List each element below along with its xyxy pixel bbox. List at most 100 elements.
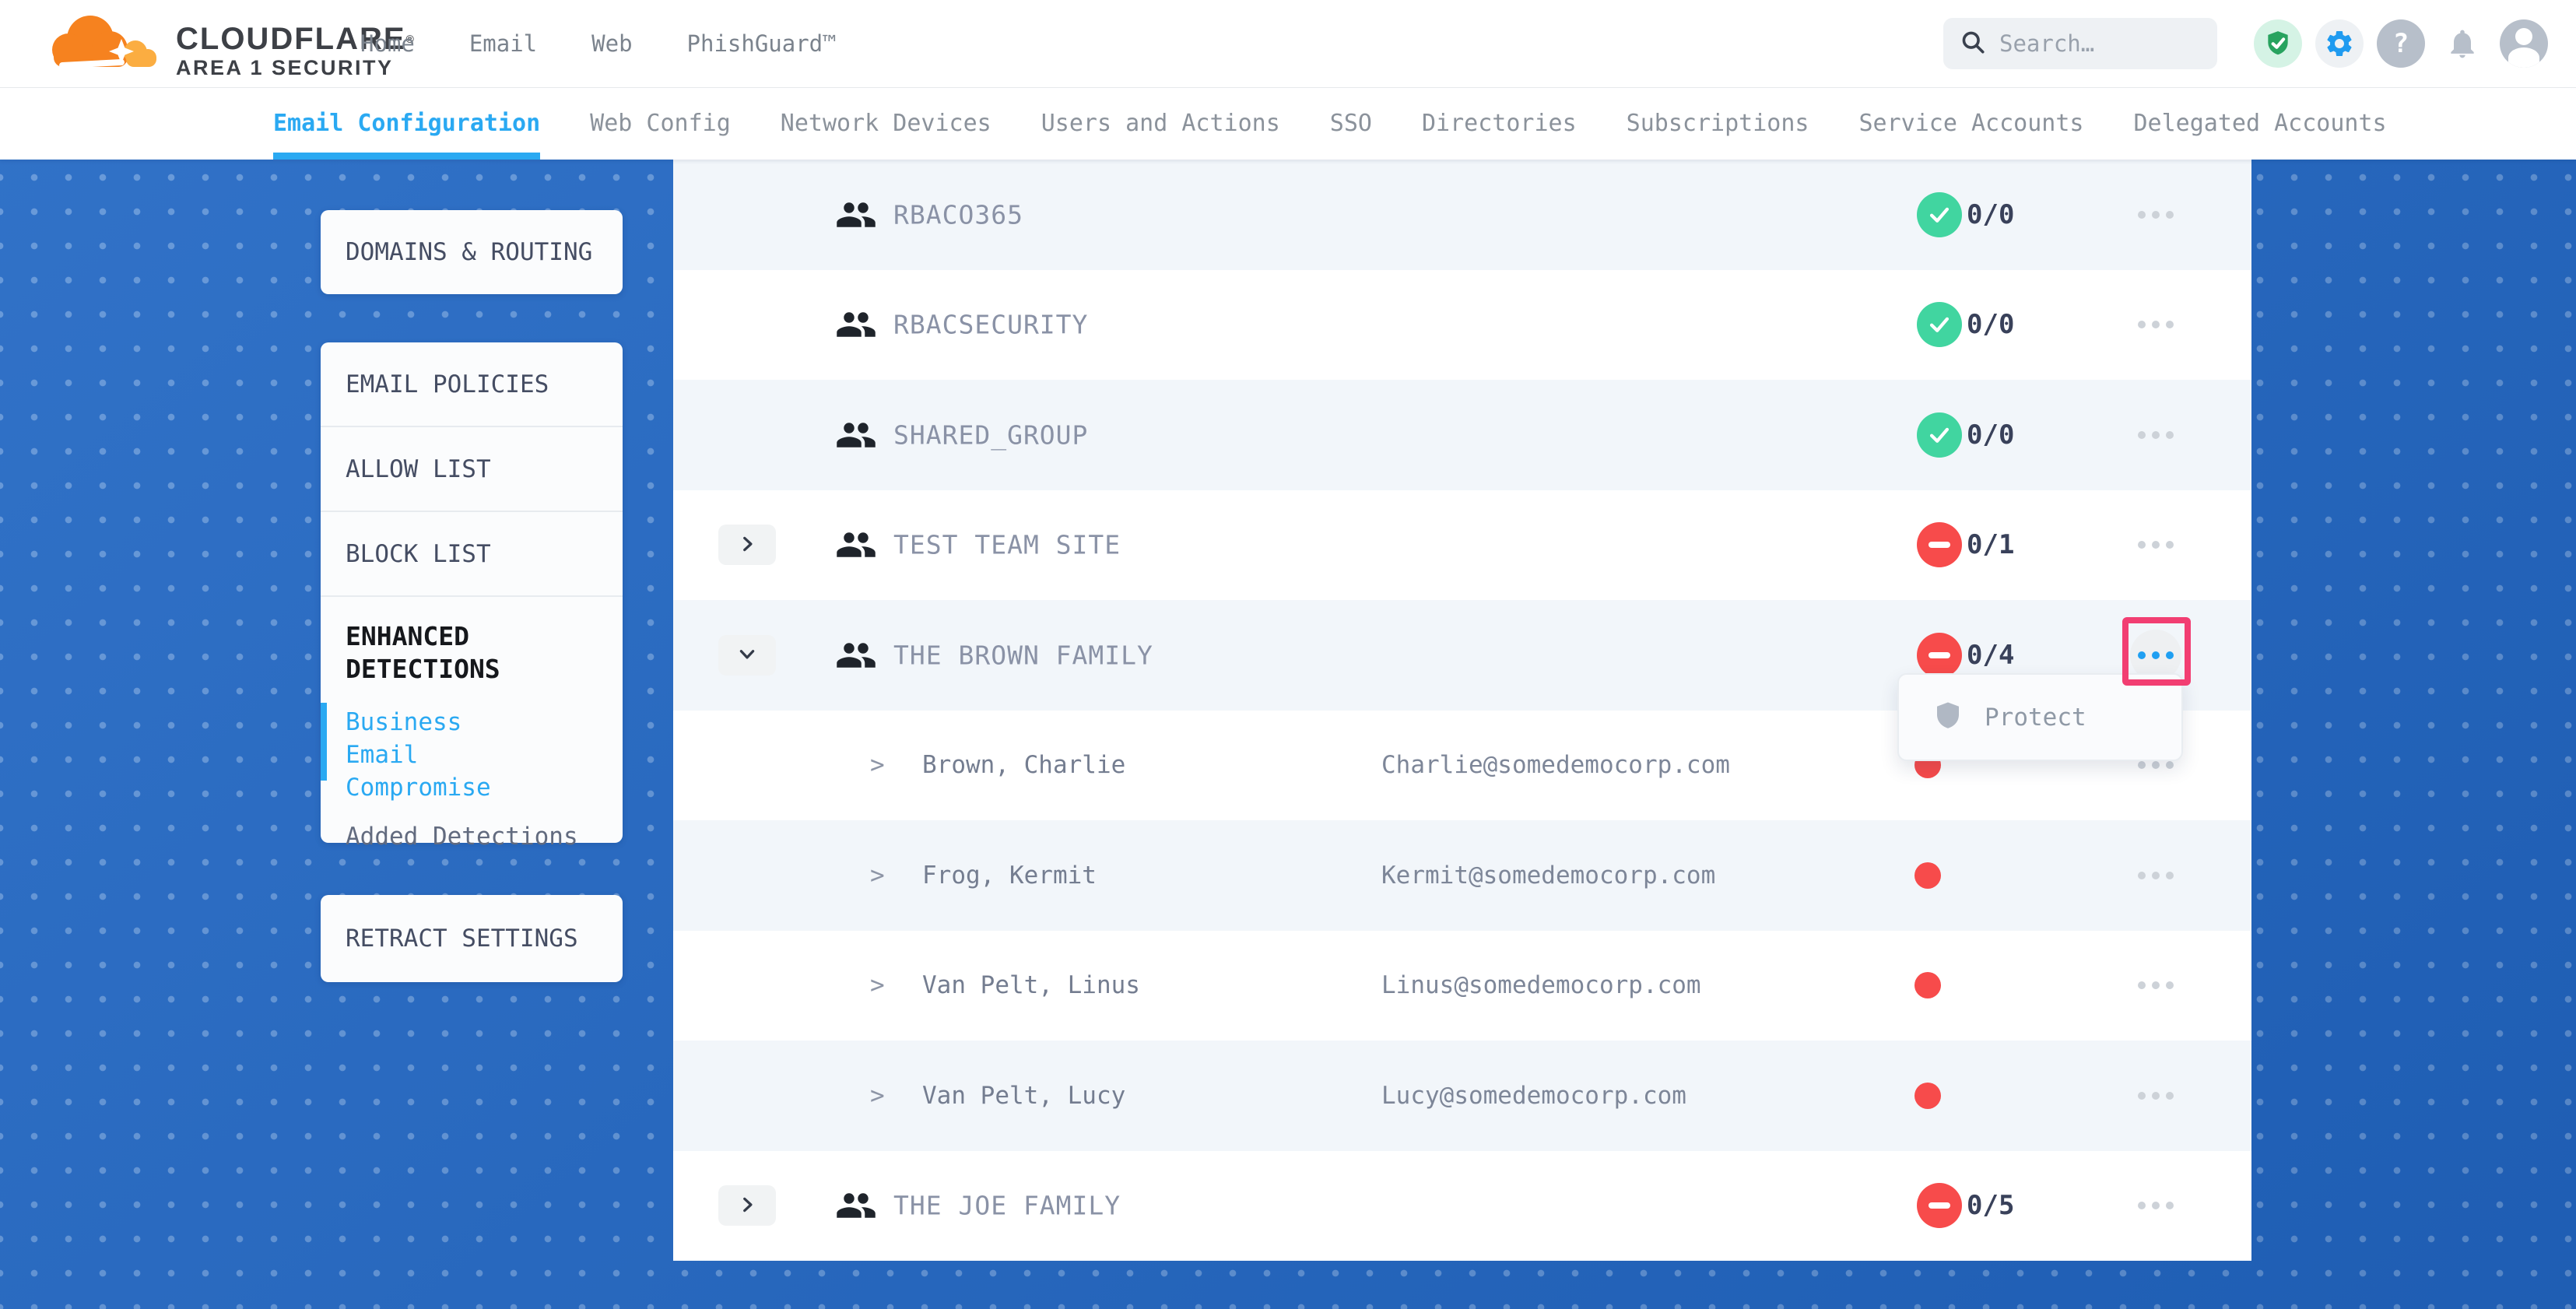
expand-row-button[interactable] bbox=[718, 1185, 776, 1226]
member-name: Brown, Charlie bbox=[922, 751, 1125, 779]
tab-directories[interactable]: Directories bbox=[1422, 87, 1577, 160]
header-icons: ? bbox=[2254, 19, 2548, 68]
chevron-right-icon bbox=[737, 1195, 757, 1217]
minus-icon bbox=[1928, 652, 1950, 658]
sidebar-item-added-detections[interactable]: Added Detections bbox=[346, 823, 598, 851]
status-dot-unprotected bbox=[1914, 972, 1941, 998]
row-menu-button[interactable] bbox=[2114, 409, 2197, 461]
tab-users-and-actions[interactable]: Users and Actions bbox=[1041, 87, 1280, 160]
shield-icon bbox=[1932, 700, 1964, 735]
member-name: Frog, Kermit bbox=[922, 862, 1097, 890]
sidebar-card-retract-settings[interactable]: RETRACT SETTINGS bbox=[321, 895, 623, 982]
status-dot-unprotected bbox=[1914, 1083, 1941, 1109]
groups-table: RBACO365 0/0 RBACSECURITY 0/0 SHARED_G bbox=[673, 160, 2251, 1261]
table-row-group: SHARED_GROUP 0/0 bbox=[673, 380, 2251, 490]
sidebar-item-allow-list[interactable]: ALLOW LIST bbox=[321, 427, 623, 511]
brand-logo[interactable]: CLOUDFLARE® AREA 1 SECURITY bbox=[40, 5, 416, 86]
row-menu-button[interactable] bbox=[2114, 299, 2197, 350]
group-name: TEST TEAM SITE bbox=[893, 530, 1121, 560]
member-email: Charlie@somedemocorp.com bbox=[1381, 751, 1730, 779]
sidebar-item-label: RETRACT SETTINGS bbox=[346, 925, 578, 953]
expand-row-button[interactable] bbox=[718, 525, 776, 565]
member-name: Van Pelt, Linus bbox=[922, 971, 1140, 999]
tab-email-configuration[interactable]: Email Configuration bbox=[273, 87, 540, 160]
top-header: CLOUDFLARE® AREA 1 SECURITY Home Email W… bbox=[0, 0, 2576, 87]
nav-item-home[interactable]: Home bbox=[360, 30, 415, 57]
search-input[interactable] bbox=[1999, 30, 2194, 57]
notifications-bell-icon[interactable] bbox=[2438, 19, 2487, 68]
menu-item-protect[interactable]: Protect bbox=[1985, 704, 2086, 732]
member-name: Van Pelt, Lucy bbox=[922, 1082, 1125, 1110]
tab-service-accounts[interactable]: Service Accounts bbox=[1858, 87, 2083, 160]
member-email: Linus@somedemocorp.com bbox=[1381, 971, 1701, 999]
account-avatar-icon[interactable] bbox=[2500, 19, 2548, 68]
minus-icon bbox=[1928, 1202, 1950, 1209]
status-dot-unprotected bbox=[1914, 862, 1941, 889]
protected-count: 0/4 bbox=[1967, 640, 2014, 671]
group-name: RBACSECURITY bbox=[893, 310, 1088, 340]
protection-status-icon[interactable] bbox=[2254, 19, 2302, 68]
sidebar-card-domains-routing[interactable]: DOMAINS & ROUTING bbox=[321, 210, 623, 294]
protected-count: 0/1 bbox=[1967, 529, 2014, 560]
group-name: RBACO365 bbox=[893, 199, 1023, 230]
group-icon bbox=[835, 304, 877, 346]
nav-item-web[interactable]: Web bbox=[591, 30, 632, 57]
primary-nav: Home Email Web PhishGuard™ bbox=[360, 0, 837, 87]
table-row-member: > Van Pelt, Linus Linus@somedemocorp.com bbox=[673, 931, 2251, 1041]
group-icon bbox=[835, 414, 877, 456]
group-name: THE JOE FAMILY bbox=[893, 1191, 1121, 1221]
sidebar-item-block-list[interactable]: BLOCK LIST bbox=[321, 512, 623, 595]
member-caret[interactable]: > bbox=[870, 751, 885, 779]
table-row-group: RBACSECURITY 0/0 bbox=[673, 270, 2251, 381]
row-menu-button[interactable] bbox=[2114, 189, 2197, 240]
group-icon bbox=[835, 194, 877, 236]
search-icon bbox=[1959, 28, 1987, 59]
tab-delegated-accounts[interactable]: Delegated Accounts bbox=[2133, 87, 2386, 160]
member-caret[interactable]: > bbox=[870, 862, 885, 890]
active-tab-underline bbox=[273, 153, 540, 160]
help-icon[interactable]: ? bbox=[2377, 19, 2425, 68]
table-row-group: TEST TEAM SITE 0/1 bbox=[673, 490, 2251, 601]
nav-item-phishguard[interactable]: PhishGuard™ bbox=[687, 30, 837, 57]
sidebar-item-business-email-compromise[interactable]: Business Email Compromise bbox=[346, 706, 548, 804]
member-caret[interactable]: > bbox=[870, 971, 885, 999]
group-icon bbox=[835, 524, 877, 566]
status-badge-protected bbox=[1917, 302, 1962, 347]
row-menu-button[interactable] bbox=[2114, 1180, 2197, 1231]
cloudflare-cloud-icon bbox=[40, 5, 165, 86]
protected-count: 0/0 bbox=[1967, 309, 2014, 340]
minus-icon bbox=[1928, 542, 1950, 548]
tab-sso[interactable]: SSO bbox=[1330, 87, 1372, 160]
table-row-group: RBACO365 0/0 bbox=[673, 160, 2251, 270]
member-email: Kermit@somedemocorp.com bbox=[1381, 862, 1715, 890]
group-name: THE BROWN FAMILY bbox=[893, 640, 1153, 670]
row-menu-button[interactable] bbox=[2114, 960, 2197, 1011]
active-item-indicator bbox=[321, 703, 327, 781]
member-email: Lucy@somedemocorp.com bbox=[1381, 1082, 1686, 1110]
protected-count: 0/0 bbox=[1967, 419, 2014, 451]
group-icon bbox=[835, 1184, 877, 1227]
row-menu-button[interactable] bbox=[2114, 850, 2197, 901]
sidebar-item-email-policies[interactable]: EMAIL POLICIES bbox=[321, 342, 623, 426]
row-menu-button[interactable] bbox=[2114, 519, 2197, 570]
tab-web-config[interactable]: Web Config bbox=[590, 87, 731, 160]
collapse-row-button[interactable] bbox=[718, 635, 776, 676]
protected-count: 0/0 bbox=[1967, 199, 2014, 230]
nav-item-email[interactable]: Email bbox=[469, 30, 537, 57]
chevron-right-icon bbox=[737, 534, 757, 556]
enhanced-detections-title: ENHANCED DETECTIONS bbox=[346, 620, 563, 686]
status-badge-protected bbox=[1917, 192, 1962, 237]
protected-count: 0/5 bbox=[1967, 1190, 2014, 1221]
row-context-menu: Protect bbox=[1897, 673, 2183, 761]
sidebar-card-policies: EMAIL POLICIES ALLOW LIST BLOCK LIST ENH… bbox=[321, 342, 623, 843]
status-badge-unprotected bbox=[1917, 1183, 1962, 1228]
tab-subscriptions[interactable]: Subscriptions bbox=[1627, 87, 1809, 160]
status-badge-protected bbox=[1917, 412, 1962, 458]
tab-network-devices[interactable]: Network Devices bbox=[781, 87, 991, 160]
search-box[interactable] bbox=[1943, 18, 2217, 69]
settings-gear-icon[interactable] bbox=[2315, 19, 2364, 68]
group-icon bbox=[835, 634, 877, 676]
row-menu-button[interactable] bbox=[2114, 1070, 2197, 1121]
chevron-down-icon bbox=[737, 644, 757, 666]
member-caret[interactable]: > bbox=[870, 1082, 885, 1110]
